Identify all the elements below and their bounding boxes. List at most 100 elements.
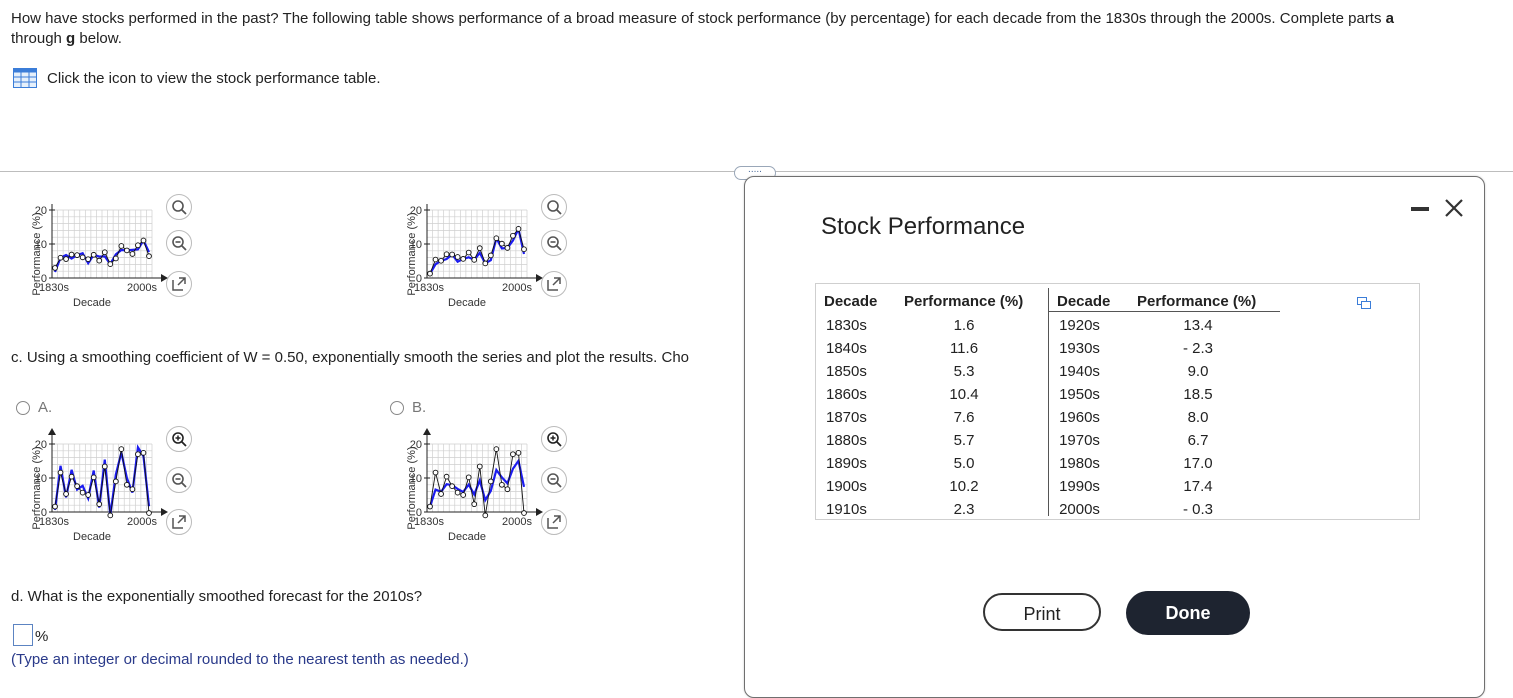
performance-cell: 18.5: [1183, 386, 1213, 403]
question-intro: How have stocks performed in the past? T…: [11, 9, 1511, 49]
data-point: [90, 474, 97, 481]
intro-text-3: below.: [75, 30, 122, 47]
data-point: [63, 256, 69, 262]
zoom-in-icon[interactable]: [166, 426, 192, 452]
zoom-out-icon[interactable]: [541, 230, 567, 256]
performance-cell: 5.3: [953, 363, 975, 380]
y-tick-label: 10: [410, 239, 422, 251]
y-tick-label: 10: [410, 473, 422, 485]
data-point: [460, 256, 467, 262]
data-point: [432, 469, 439, 476]
data-point: [101, 249, 108, 256]
question-d: d. What is the exponentially smoothed fo…: [11, 588, 422, 605]
zoom-out-icon[interactable]: [541, 467, 567, 493]
performance-cell: 5.0: [953, 455, 975, 472]
data-point: [443, 251, 450, 258]
y-tick-label: 10: [35, 239, 47, 251]
data-point: [438, 491, 444, 497]
data-point: [432, 256, 439, 263]
data-point: [493, 446, 500, 452]
percent-unit: %: [35, 628, 49, 645]
zoom-in-icon[interactable]: [541, 194, 567, 220]
data-point: [57, 254, 64, 261]
data-point: [52, 265, 58, 271]
minimize-icon[interactable]: [1411, 207, 1429, 211]
decade-cell: 1850s: [826, 363, 867, 380]
decade-cell: 1930s: [1059, 340, 1100, 357]
table-grid-icon[interactable]: [13, 68, 37, 88]
data-point: [124, 247, 130, 254]
expand-icon[interactable]: [166, 271, 192, 297]
data-point: [85, 492, 92, 498]
data-point: [449, 251, 455, 258]
decade-cell: 1890s: [826, 455, 867, 472]
y-tick-label: 20: [35, 205, 47, 217]
table-link-label[interactable]: Click the icon to view the stock perform…: [47, 70, 381, 87]
performance-table: Decade Performance (%) Decade Performanc…: [815, 283, 1420, 520]
copy-icon[interactable]: [1357, 297, 1371, 309]
question-c: c. Using a smoothing coefficient of W = …: [11, 349, 739, 366]
zoom-in-icon[interactable]: [166, 194, 192, 220]
expand-icon[interactable]: [541, 509, 567, 535]
decade-cell: 1940s: [1059, 363, 1100, 380]
data-point: [493, 235, 500, 242]
option-b-radio[interactable]: B.: [390, 399, 426, 416]
data-point: [129, 251, 136, 257]
zoom-out-icon[interactable]: [166, 230, 192, 256]
forecast-answer-input[interactable]: [13, 624, 33, 646]
print-button[interactable]: Print: [983, 593, 1101, 631]
y-tick-label: 20: [410, 439, 422, 451]
decade-cell: 1880s: [826, 432, 867, 449]
x-axis-label: Decade: [448, 531, 486, 543]
data-point: [140, 237, 147, 244]
data-point: [112, 478, 119, 485]
data-point: [476, 245, 483, 251]
data-point: [74, 483, 80, 490]
y-tick-label: 20: [410, 205, 422, 217]
data-point: [101, 463, 108, 470]
y-tick-label: 20: [35, 439, 47, 451]
data-point: [118, 446, 125, 452]
option-b-label: B.: [412, 399, 427, 416]
data-point: [146, 253, 152, 259]
question-c-prefix: c.: [11, 349, 23, 366]
question-d-prefix: d.: [11, 588, 24, 605]
done-button[interactable]: Done: [1126, 591, 1250, 635]
performance-cell: 17.4: [1183, 478, 1213, 495]
intro-text-2: through: [11, 30, 67, 47]
data-point: [74, 252, 80, 258]
data-point: [112, 255, 119, 262]
data-point: [471, 256, 478, 263]
data-point: [427, 270, 433, 277]
radio-circle[interactable]: [16, 400, 30, 415]
decade-cell: 1870s: [826, 409, 867, 426]
zoom-out-icon[interactable]: [166, 467, 192, 493]
zoom-in-icon[interactable]: [541, 426, 567, 452]
close-icon[interactable]: [1442, 196, 1466, 220]
radio-circle[interactable]: [390, 400, 404, 415]
performance-cell: 7.6: [953, 409, 975, 426]
data-point: [515, 226, 522, 232]
expand-icon[interactable]: [166, 509, 192, 535]
x-tick-label: 2000s: [502, 282, 532, 294]
column-divider: [1048, 288, 1049, 516]
performance-cell: 17.0: [1183, 455, 1213, 472]
decade-cell: 1960s: [1059, 409, 1100, 426]
data-point: [79, 489, 86, 496]
grid: [426, 209, 528, 279]
data-point: [482, 260, 489, 267]
option-a-radio[interactable]: A.: [16, 399, 52, 416]
performance-cell: - 2.3: [1182, 340, 1213, 357]
top-chart-1: Performance (%) 20 10 0 1830s 2000s Decade: [28, 196, 178, 316]
question-d-text: What is the exponentially smoothed forec…: [23, 588, 423, 605]
data-point: [515, 449, 522, 456]
data-point: [454, 489, 461, 496]
column-header: Decade: [1057, 293, 1111, 310]
column-header: Decade: [824, 293, 878, 310]
data-point: [129, 486, 136, 493]
data-point: [135, 242, 141, 249]
data-point: [52, 503, 58, 510]
data-point: [146, 510, 152, 516]
expand-icon[interactable]: [541, 271, 567, 297]
table-link-row: Click the icon to view the stock perform…: [13, 68, 381, 88]
